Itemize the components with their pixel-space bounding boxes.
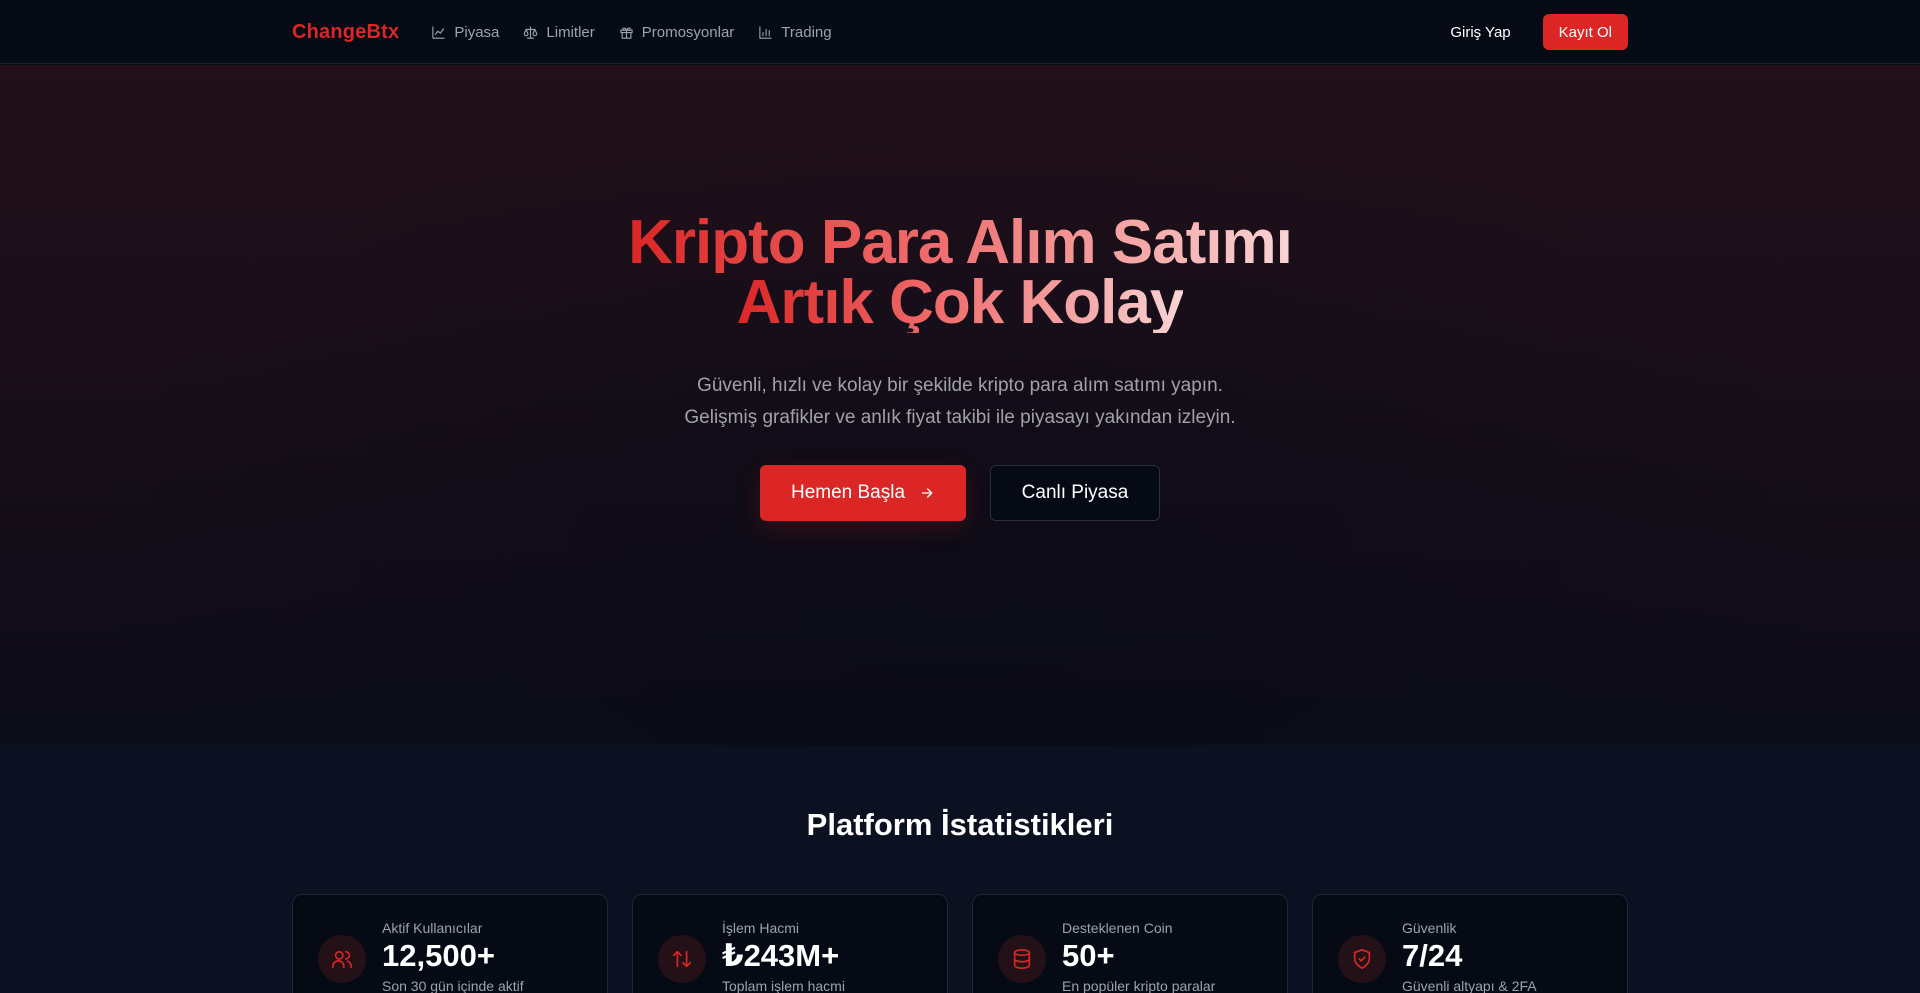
stat-desc: En popüler kripto paralar: [1062, 978, 1216, 993]
stat-value: 7/24: [1402, 938, 1463, 973]
stat-desc: Güvenli altyapı & 2FA: [1402, 978, 1537, 993]
stats-section: Platform İstatistikleri Aktif Kullanıcıl…: [0, 745, 1920, 993]
nav-link-limitler[interactable]: Limitler: [523, 23, 595, 41]
stat-label: İşlem Hacmi: [722, 920, 800, 936]
nav-link-label: Promosyonlar: [641, 23, 735, 41]
nav-links: Piyasa Limitler Promosyonlar Trading: [431, 23, 832, 41]
stat-icon-wrap: [318, 935, 366, 983]
hero-buttons: Hemen Başla Canlı Piyasa: [0, 465, 1920, 521]
hero-title: Kripto Para Alım Satımı Artık Çok Kolay: [0, 208, 1920, 337]
users-icon: [332, 950, 352, 969]
stats-title: Platform İstatistikleri: [806, 807, 1114, 842]
stat-text: Aktif Kullanıcılar 12,500+ Son 30 gün iç…: [382, 920, 524, 993]
navbar-inner: ChangeBtx Piyasa Limitler Promosyonlar T…: [292, 0, 1628, 64]
stat-card-security: Güvenlik 7/24 Güvenli altyapı & 2FA: [1312, 894, 1628, 993]
stat-desc: Toplam işlem hacmi: [722, 978, 845, 993]
nav-link-label: Piyasa: [454, 23, 500, 41]
nav-link-piyasa[interactable]: Piyasa: [431, 24, 499, 41]
stat-card-active-users: Aktif Kullanıcılar 12,500+ Son 30 gün iç…: [292, 894, 608, 993]
arrow-right-icon: [921, 488, 933, 498]
scale-icon: [524, 25, 538, 39]
arrows-up-down-icon: [672, 950, 692, 968]
signup-button[interactable]: Kayıt Ol: [1542, 14, 1628, 50]
nav-actions: Giriş Yap Kayıt Ol: [1450, 14, 1628, 50]
stat-desc: Son 30 gün içinde aktif: [382, 978, 524, 993]
stat-label: Desteklenen Coin: [1062, 920, 1173, 936]
nav-link-label: Limitler: [546, 23, 595, 41]
hero-section: Kripto Para Alım Satımı Artık Çok Kolay …: [0, 65, 1920, 745]
stat-label: Güvenlik: [1402, 920, 1457, 936]
stat-icon-wrap: [998, 935, 1046, 983]
database-icon: [1013, 949, 1031, 969]
hero-subtitle-line-2: Gelişmiş grafikler ve anlık fiyat takibi…: [684, 407, 1236, 428]
stat-text: İşlem Hacmi ₺243M+ Toplam işlem hacmi: [722, 920, 845, 993]
get-started-label: Hemen Başla: [790, 482, 906, 503]
stat-icon-wrap: [658, 935, 706, 983]
hero-title-line-1: Kripto Para Alım Satımı: [628, 208, 1293, 277]
line-chart-icon: [432, 25, 446, 39]
nav-link-promosyonlar[interactable]: Promosyonlar: [619, 23, 735, 41]
stat-text: Güvenlik 7/24 Güvenli altyapı & 2FA: [1402, 920, 1537, 993]
navbar: ChangeBtx Piyasa Limitler Promosyonlar T…: [0, 0, 1920, 64]
hero-title-line-2: Artık Çok Kolay: [736, 268, 1185, 337]
stat-card-trade-volume: İşlem Hacmi ₺243M+ Toplam işlem hacmi: [632, 894, 948, 993]
get-started-button[interactable]: Hemen Başla: [760, 465, 966, 521]
gift-icon: [620, 26, 633, 39]
stat-value: 50+: [1062, 938, 1115, 973]
stat-card-supported-coins: Desteklenen Coin 50+ En popüler kripto p…: [972, 894, 1288, 993]
stat-value: ₺243M+: [722, 938, 840, 973]
login-button[interactable]: Giriş Yap: [1450, 24, 1510, 41]
live-market-button[interactable]: Canlı Piyasa: [990, 465, 1160, 521]
stat-cards: Aktif Kullanıcılar 12,500+ Son 30 gün iç…: [292, 894, 1628, 993]
shield-check-icon: [1353, 949, 1371, 969]
bar-chart-icon: [759, 25, 772, 39]
stat-value: 12,500+: [382, 938, 495, 973]
stat-icon-wrap: [1338, 935, 1386, 983]
nav-link-label: Trading: [781, 23, 832, 41]
stat-text: Desteklenen Coin 50+ En popüler kripto p…: [1062, 920, 1215, 993]
brand-logo[interactable]: ChangeBtx: [292, 21, 399, 44]
nav-link-trading[interactable]: Trading: [758, 23, 832, 41]
hero-subtitle: Güvenli, hızlı ve kolay bir şekilde krip…: [0, 370, 1920, 434]
stat-label: Aktif Kullanıcılar: [382, 920, 483, 936]
hero-subtitle-line-1: Güvenli, hızlı ve kolay bir şekilde krip…: [697, 375, 1223, 396]
